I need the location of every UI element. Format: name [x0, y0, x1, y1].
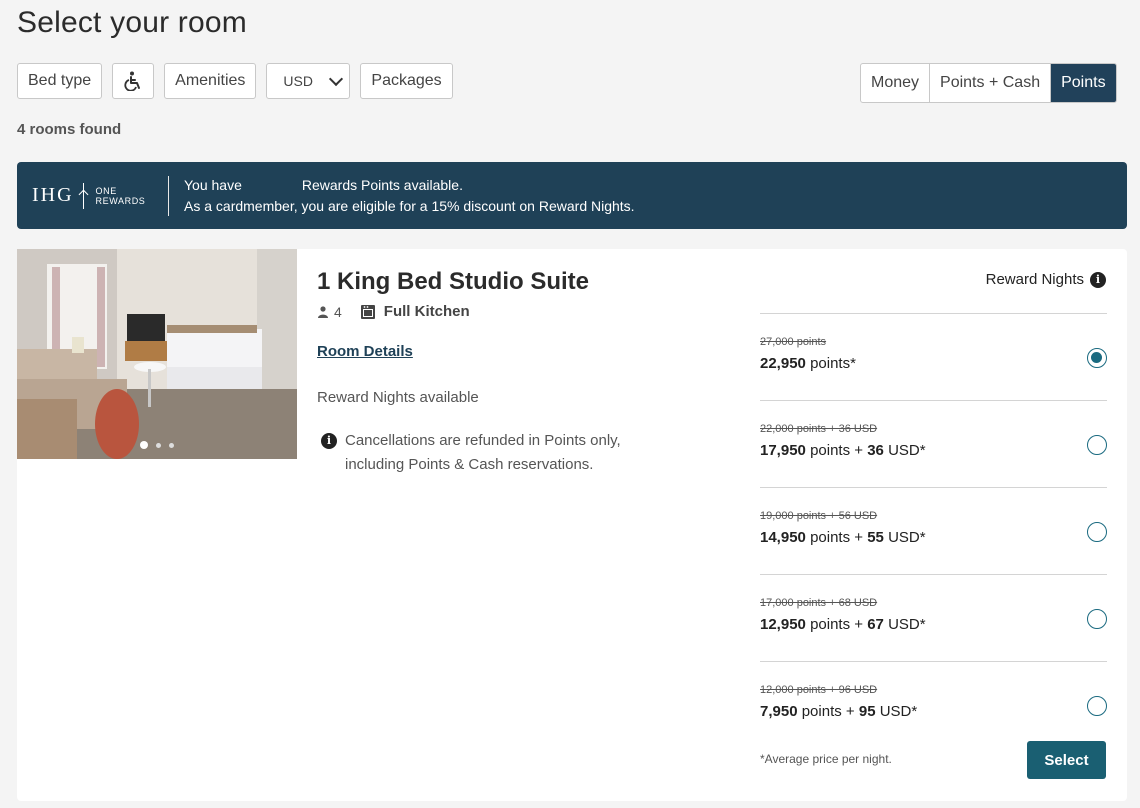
reward-nights-available: Reward Nights available [317, 389, 479, 406]
packages-filter[interactable]: Packages [360, 63, 453, 99]
ihg-one-rewards-logo: IHG ONE REWARDS [17, 175, 169, 216]
reward-nights-header: Reward Nights i [986, 271, 1106, 288]
rate-points: 17,950 [760, 442, 806, 459]
rate-discounted-price: 22,950 points* [760, 355, 856, 372]
cancellation-text: Cancellations are refunded in Points onl… [345, 432, 621, 473]
average-price-note: *Average price per night. [760, 752, 892, 766]
page-title: Select your room [17, 6, 247, 39]
room-name: 1 King Bed Studio Suite [317, 268, 590, 295]
select-room-button[interactable]: Select [1027, 741, 1106, 779]
rate-discounted-price: 12,950 points + 67 USD* [760, 616, 926, 633]
rate-option[interactable]: 22,000 points + 36 USD 17,950 points + 3… [760, 400, 1107, 487]
rate-cash-label: USD* [888, 442, 926, 459]
rate-cash-label: USD* [888, 616, 926, 633]
room-card: 1 King Bed Studio Suite 4 Full Kitchen R… [17, 249, 1127, 801]
payment-toggle: Money Points + Cash Points [860, 63, 1117, 103]
rate-cash-label: USD* [879, 703, 918, 720]
logo-brand: IHG [32, 184, 74, 206]
banner-points-available: Rewards Points available. [301, 176, 463, 193]
logo-sub-rewards: REWARDS [95, 195, 146, 206]
reward-nights-label: Reward Nights [985, 271, 1084, 288]
banner-line-2: As a cardmember, you are eligible for a … [184, 197, 635, 214]
logo-mark-icon [78, 182, 90, 209]
rooms-found-count: 4 rooms found [17, 121, 122, 138]
kitchen-icon [360, 304, 375, 319]
rate-radio[interactable] [1087, 609, 1107, 629]
logo-subtitle: ONE REWARDS [96, 186, 146, 206]
kitchen-feature: Full Kitchen [383, 303, 470, 320]
rate-discounted-price: 14,950 points + 55 USD* [760, 529, 926, 546]
rate-points: 14,950 [760, 529, 806, 546]
amenities-filter[interactable]: Amenities [164, 63, 257, 99]
banner-line-1: You have Rewards Points available. [184, 175, 635, 196]
rate-cash: 36 [867, 442, 884, 459]
rate-option[interactable]: 19,000 points + 56 USD 14,950 points + 5… [760, 487, 1107, 574]
rate-points-label: points [810, 529, 851, 546]
rate-original-price: 19,000 points + 56 USD [760, 510, 878, 522]
rate-points: 22,950 [760, 355, 806, 372]
rate-original-price: 17,000 points + 68 USD [760, 597, 878, 609]
currency-value: USD [283, 73, 313, 89]
room-meta: 4 Full Kitchen [317, 303, 470, 320]
rate-points-label: points [810, 442, 851, 459]
carousel-dot[interactable] [156, 442, 161, 448]
rate-original-price: 27,000 points [760, 336, 827, 348]
rate-radio[interactable] [1087, 348, 1107, 368]
rate-discounted-price: 7,950 points + 95 USD* [760, 703, 917, 720]
carousel-dots [17, 441, 297, 449]
accessibility-filter[interactable] [112, 63, 155, 99]
wheelchair-icon [124, 71, 141, 91]
pay-points-option[interactable]: Points [1051, 64, 1116, 102]
rate-points-label: points [810, 616, 851, 633]
carousel-dot[interactable] [169, 442, 174, 448]
rate-list: 27,000 points 22,950 points* 22,000 poin… [760, 313, 1107, 748]
info-icon[interactable]: i [1090, 271, 1106, 288]
pay-points-cash-option[interactable]: Points + Cash [930, 64, 1052, 102]
logo-sub-one: ONE [95, 185, 117, 196]
rate-points-label: points [801, 703, 842, 720]
rate-plus: + [845, 703, 855, 720]
room-details-link[interactable]: Room Details [317, 343, 413, 360]
rewards-banner: IHG ONE REWARDS You have Rewards Points a… [17, 162, 1127, 229]
rate-radio[interactable] [1087, 522, 1107, 542]
rate-option[interactable]: 12,000 points + 96 USD 7,950 points + 95… [760, 661, 1107, 748]
currency-select[interactable]: USD [266, 63, 351, 99]
rate-option[interactable]: 17,000 points + 68 USD 12,950 points + 6… [760, 574, 1107, 661]
room-photo [17, 249, 297, 459]
rate-points-label: points* [810, 355, 856, 372]
rate-original-price: 12,000 points + 96 USD [760, 684, 878, 696]
cancellation-note: i Cancellations are refunded in Points o… [321, 429, 681, 477]
chevron-down-icon [329, 71, 344, 86]
pay-money-option[interactable]: Money [861, 64, 931, 102]
rate-plus: + [854, 529, 864, 546]
rate-cash-label: USD* [888, 529, 926, 546]
rate-original-price: 22,000 points + 36 USD [760, 423, 878, 435]
banner-you-have: You have [184, 176, 242, 193]
room-photo-carousel[interactable] [17, 249, 297, 459]
banner-text: You have Rewards Points available. As a c… [184, 175, 635, 217]
info-icon: i [321, 433, 337, 449]
rate-points: 7,950 [760, 703, 798, 720]
rate-radio[interactable] [1087, 696, 1107, 716]
rate-cash: 95 [858, 703, 876, 720]
rate-cash: 55 [867, 529, 884, 546]
rate-discounted-price: 17,950 points + 36 USD* [760, 442, 926, 459]
rate-points: 12,950 [760, 616, 806, 633]
bed-type-filter[interactable]: Bed type [17, 63, 103, 99]
guest-icon [318, 305, 328, 318]
filter-bar: Bed type Amenities USD Packages [17, 63, 453, 99]
rate-cash: 67 [867, 616, 884, 633]
rate-plus: + [854, 616, 864, 633]
rate-radio[interactable] [1087, 435, 1107, 455]
rate-plus: + [854, 442, 864, 459]
carousel-dot-active[interactable] [140, 441, 148, 449]
rate-option[interactable]: 27,000 points 22,950 points* [760, 313, 1107, 400]
guest-count: 4 [334, 303, 342, 320]
